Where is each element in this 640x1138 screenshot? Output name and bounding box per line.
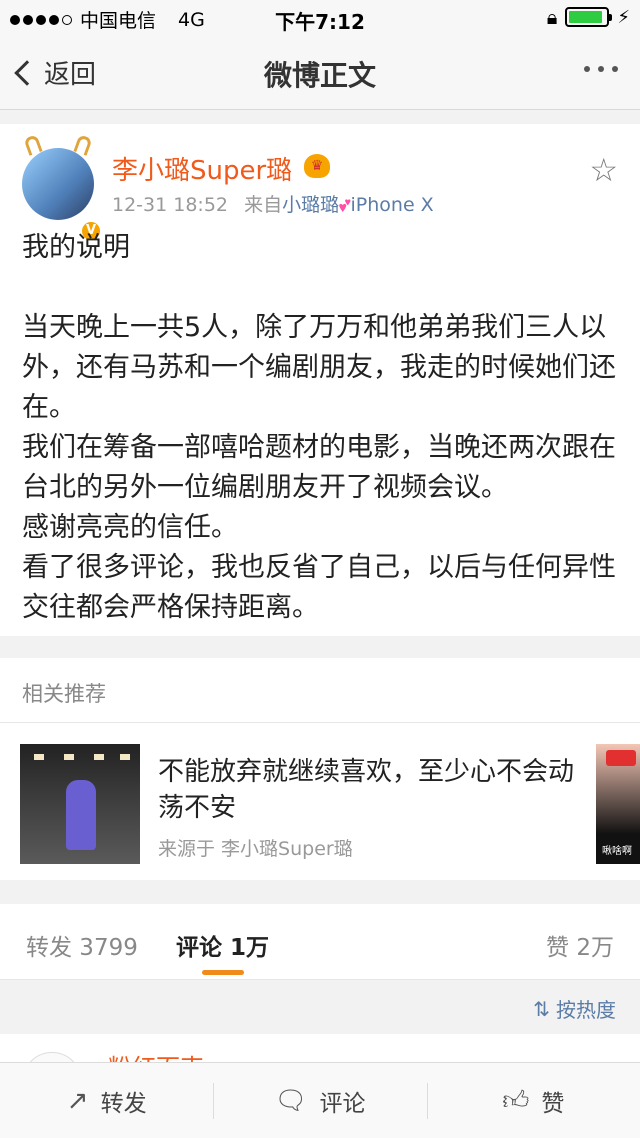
page-title: 微博正文 <box>263 59 376 92</box>
antler-decoration <box>73 134 93 156</box>
post-meta: 12-31 18:52 来自小璐璐💕︎iPhone X <box>112 190 434 217</box>
sort-icon: ⇅ <box>533 996 550 1021</box>
heart-icon: 💕︎ <box>339 194 351 216</box>
post-paragraph: 我们在筹备一部嘻哈题材的电影，当晚还两次跟在台北的另外一位编剧朋友开了视频会议。 <box>22 432 616 503</box>
username[interactable]: 李小璐Super璐 <box>112 150 292 187</box>
source-prefix: 来自 <box>244 194 283 216</box>
post-body: 我的说明 当天晚上一共5人，除了万万和他弟弟我们三人以外，还有马苏和一个编剧朋友… <box>22 228 622 628</box>
source-name[interactable]: 小璐璐 <box>282 194 339 216</box>
bottom-toolbar: ↗︎ 转发 🗨︎ 评论 👍︎ 赞 <box>0 1062 640 1138</box>
repost-button[interactable]: ↗︎ 转发 <box>0 1063 213 1138</box>
like-label: 赞 <box>541 1090 565 1117</box>
post-paragraph: 看了很多评论，我也反省了自己，以后与任何异性交往都会严格保持距离。 <box>22 552 616 623</box>
post-paragraph <box>22 268 622 308</box>
rotation-lock-icon: 🔒︎ <box>546 5 558 29</box>
related-thumbnail-next[interactable]: 啾啥啊 <box>596 744 640 864</box>
favorite-star-icon[interactable]: ☆ <box>589 154 618 186</box>
charging-icon: ⚡︎ <box>617 6 630 28</box>
battery-icon <box>565 7 613 27</box>
tab-comments[interactable]: 评论 1万 <box>176 928 269 962</box>
related-thumbnail[interactable] <box>20 744 140 864</box>
status-time: 下午7:12 <box>275 10 365 34</box>
tab-likes[interactable]: 赞 2万 <box>546 928 614 962</box>
post-card: V 李小璐Super璐 ♛ 12-31 18:52 来自小璐璐💕︎iPhone … <box>0 124 640 636</box>
sort-label: 按热度 <box>556 998 616 1022</box>
related-item-source: 来源于 李小璐Super璐 <box>158 838 353 860</box>
comment-icon: 🗨︎ <box>274 1085 308 1116</box>
post-paragraph: 我的说明 <box>22 232 130 263</box>
like-button[interactable]: 👍︎ 赞 <box>426 1063 640 1138</box>
more-icon[interactable] <box>584 66 618 72</box>
related-section: 相关推荐 不能放弃就继续喜欢，至少心不会动荡不安 来源于 李小璐Super璐 啾… <box>0 658 640 880</box>
status-bar: 中国电信 4G 下午7:12 🔒︎ ⚡︎ <box>0 0 640 36</box>
related-item-title[interactable]: 不能放弃就继续喜欢，至少心不会动荡不安 <box>158 754 578 826</box>
comment-label: 评论 <box>319 1090 366 1117</box>
nav-bar: 返回 微博正文 <box>0 36 640 110</box>
stats-tabs: 转发 3799 评论 1万 赞 2万 <box>0 904 640 980</box>
tab-reposts[interactable]: 转发 3799 <box>26 928 138 962</box>
sort-by-hot-button[interactable]: ⇅ 按热度 <box>533 994 616 1023</box>
repost-label: 转发 <box>100 1090 147 1117</box>
post-paragraph: 感谢亮亮的信任。 <box>22 512 238 543</box>
crown-badge-icon[interactable]: ♛ <box>304 154 330 178</box>
avatar[interactable]: V <box>22 134 102 242</box>
share-icon: ↗︎ <box>66 1085 89 1116</box>
active-tab-indicator <box>202 970 244 975</box>
related-side-caption: 啾啥啊 <box>602 846 632 857</box>
source-device[interactable]: iPhone X <box>351 194 434 216</box>
post-timestamp: 12-31 18:52 <box>112 194 229 216</box>
related-title: 相关推荐 <box>22 682 106 706</box>
thumbs-up-icon: 👍︎ <box>502 1086 530 1116</box>
status-right: 🔒︎ ⚡︎ <box>547 5 630 29</box>
post-paragraph: 当天晚上一共5人，除了万万和他弟弟我们三人以外，还有马苏和一个编剧朋友，我走的时… <box>22 312 616 423</box>
antler-decoration <box>23 134 43 156</box>
comment-button[interactable]: 🗨︎ 评论 <box>213 1063 426 1138</box>
divider <box>0 722 640 723</box>
sort-row: ⇅ 按热度 <box>0 980 640 1034</box>
